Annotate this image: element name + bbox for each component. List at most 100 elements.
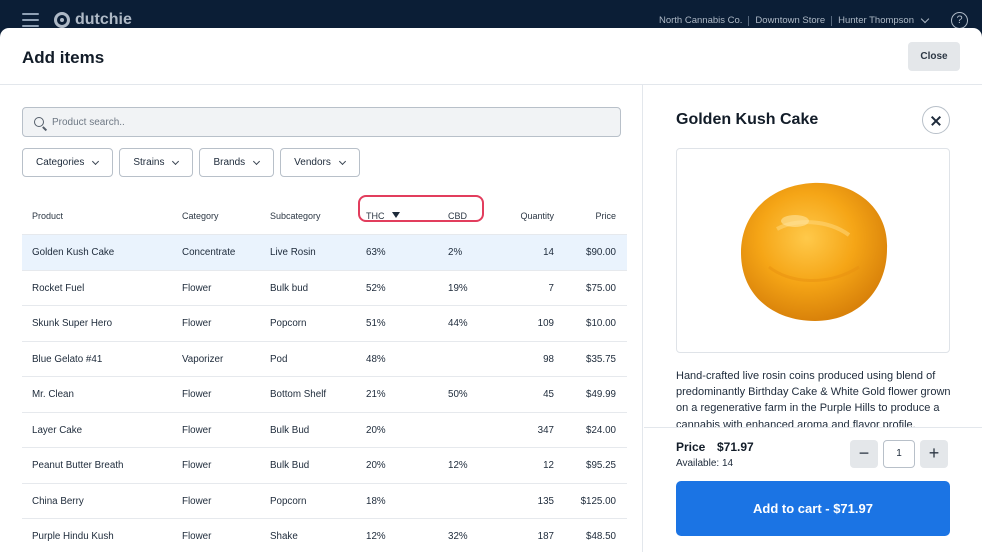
cell-thc: 52% — [366, 282, 386, 294]
column-header-quantity[interactable]: Quantity — [494, 211, 554, 221]
price-label: Price — [676, 440, 706, 454]
available-count: Available: 14 — [676, 458, 734, 469]
cell-category: Flower — [182, 318, 212, 329]
cell-product: Mr. Clean — [32, 389, 74, 400]
table-body: Golden Kush Cake Concentrate Live Rosin 63%… — [22, 234, 627, 552]
table-row[interactable]: Skunk Super Hero Flower Popcorn 51% 44% 109 $1… — [22, 305, 627, 341]
filter-vendors-dropdown[interactable]: Vendors — [280, 148, 360, 177]
chevron-down-icon — [172, 157, 180, 165]
filter-categories-dropdown[interactable]: Categories — [22, 148, 114, 177]
cell-quantity: 109 — [537, 318, 554, 329]
account-switcher[interactable]: North Cannabis Co. Downtown Store Hunter… — [659, 14, 930, 26]
chevron-down-icon — [920, 14, 930, 23]
filter-label: Brands — [213, 157, 246, 168]
search-input[interactable] — [52, 114, 592, 130]
cell-product: Peanut Butter Breath — [32, 460, 124, 471]
increment-button[interactable]: + — [920, 440, 948, 468]
products-table: Product Category Subcategory THC CBD Qua… — [22, 194, 627, 552]
modal-title: Add items — [22, 48, 105, 67]
cell-price: $35.75 — [586, 353, 616, 365]
cell-price: $95.25 — [586, 460, 616, 471]
column-header-price[interactable]: Price — [566, 211, 616, 221]
cell-thc: 18% — [366, 495, 386, 507]
cell-category: Vaporizer — [182, 353, 224, 365]
table-row[interactable]: Golden Kush Cake Concentrate Live Rosin 63%… — [22, 234, 627, 270]
cell-thc: 48% — [366, 353, 386, 365]
table-row[interactable]: Rocket Fuel Flower Bulk bud 52% 19% 7 $75.00 — [22, 269, 627, 306]
cell-quantity: 7 — [548, 282, 554, 294]
table-row[interactable]: Peanut Butter Breath Flower Bulk Bud 20% 12%… — [22, 447, 627, 483]
filter-strains-dropdown[interactable]: Strains — [119, 148, 194, 177]
table-row[interactable]: Layer Cake Flower Bulk Bud 20% 347 $24.00 — [22, 411, 627, 448]
price-value: $71.97 — [717, 440, 754, 454]
brand-name: dutchie — [75, 11, 132, 28]
table-row[interactable]: Purple Hindu Kush Flower Shake 12% 32% 187 $48… — [22, 518, 627, 552]
modal-header: Add items Close — [0, 28, 982, 85]
cell-cbd: 19% — [448, 282, 468, 294]
chevron-down-icon — [253, 157, 261, 165]
filter-label: Strains — [133, 157, 165, 168]
search-box[interactable] — [22, 107, 621, 137]
cell-price: $75.00 — [586, 282, 616, 294]
cell-subcategory: Shake — [270, 531, 298, 542]
cell-subcategory: Bulk Bud — [270, 460, 310, 471]
table-row[interactable]: Blue Gelato #41 Vaporizer Pod 48% 98 $35.75 — [22, 340, 627, 377]
help-icon[interactable]: ? — [951, 12, 968, 29]
cell-price: $48.50 — [586, 531, 616, 542]
cell-quantity: 135 — [537, 495, 554, 507]
brand-logo[interactable]: dutchie — [54, 11, 132, 29]
cell-price: $90.00 — [586, 247, 616, 258]
column-header-subcategory[interactable]: Subcategory — [270, 211, 321, 221]
cell-price: $49.99 — [586, 389, 616, 400]
cell-cbd: 32% — [448, 531, 468, 542]
cell-subcategory: Bulk bud — [270, 282, 309, 294]
cell-quantity: 187 — [537, 531, 554, 542]
table-row[interactable]: China Berry Flower Popcorn 18% 135 $125.00 — [22, 482, 627, 519]
cell-product: Blue Gelato #41 — [32, 353, 103, 365]
filter-brands-dropdown[interactable]: Brands — [199, 148, 275, 177]
column-header-category[interactable]: Category — [182, 211, 219, 221]
quantity-input[interactable]: 1 — [883, 440, 915, 468]
add-items-modal: Add items Close Categories Strains Brand… — [0, 28, 982, 552]
close-icon[interactable] — [922, 106, 950, 134]
cart-footer: Price $71.97 Available: 14 − 1 + Add to … — [644, 427, 982, 552]
store-name: Downtown Store — [755, 15, 826, 26]
cell-subcategory: Popcorn — [270, 318, 307, 329]
cell-cbd: 50% — [448, 389, 468, 400]
table-header: Product Category Subcategory THC CBD Qua… — [22, 194, 627, 234]
decrement-button[interactable]: − — [850, 440, 878, 468]
cell-quantity: 98 — [543, 353, 554, 365]
close-button[interactable]: Close — [908, 42, 960, 71]
divider — [748, 15, 750, 26]
cell-thc: 12% — [366, 531, 386, 542]
table-row[interactable]: Mr. Clean Flower Bottom Shelf 21% 50% 45 $49.9… — [22, 376, 627, 412]
product-title: Golden Kush Cake — [676, 111, 819, 128]
chevron-down-icon — [92, 157, 100, 165]
cell-category: Flower — [182, 424, 212, 436]
cell-quantity: 14 — [543, 247, 554, 258]
column-header-product[interactable]: Product — [32, 211, 63, 221]
cell-category: Flower — [182, 495, 212, 507]
cell-thc: 20% — [366, 424, 386, 436]
cell-subcategory: Popcorn — [270, 495, 307, 507]
cell-thc: 20% — [366, 460, 386, 471]
add-to-cart-button[interactable]: Add to cart - $71.97 — [676, 481, 950, 536]
cell-cbd: 44% — [448, 318, 468, 329]
user-name: Hunter Thompson — [838, 15, 914, 26]
cell-thc: 21% — [366, 389, 386, 400]
menu-icon[interactable] — [22, 13, 39, 27]
cell-subcategory: Live Rosin — [270, 247, 316, 258]
cell-price: $10.00 — [586, 318, 616, 329]
dutchie-logo-icon — [54, 12, 70, 28]
thc-cbd-highlight-ring — [358, 195, 484, 222]
cell-product: Golden Kush Cake — [32, 247, 115, 258]
filter-label: Categories — [36, 157, 85, 168]
cell-thc: 51% — [366, 318, 386, 329]
cell-category: Flower — [182, 282, 212, 294]
cell-product: Layer Cake — [32, 424, 83, 436]
filter-label: Vendors — [294, 157, 331, 168]
cell-quantity: 347 — [537, 424, 554, 436]
product-list-panel: Categories Strains Brands Vendors Produc… — [0, 85, 643, 552]
cell-product: China Berry — [32, 495, 84, 507]
cell-subcategory: Bulk Bud — [270, 424, 310, 436]
